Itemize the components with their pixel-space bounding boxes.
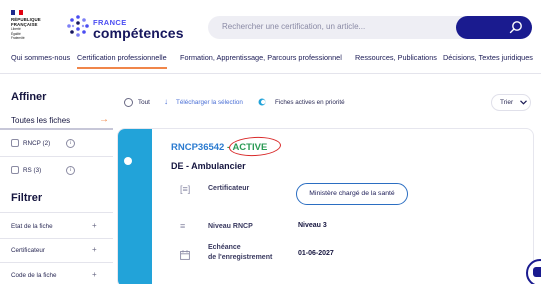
sort-button-label: Trier [500,99,514,106]
rf-motto-3: Fraternité [11,36,25,41]
filter-etat-de-la-fiche[interactable]: Etat de la fiche [11,223,53,230]
red-annotation-circle [228,135,282,158]
search-button[interactable] [456,16,532,39]
search-icon [509,21,522,34]
select-all-label[interactable]: Tout [138,99,150,106]
rncp-checkbox[interactable] [11,139,19,147]
tab-toutes-les-fiches[interactable]: Toutes les fiches [11,116,70,125]
echeance-value: 01-06-2027 [298,250,334,257]
filtrer-heading: Filtrer [11,192,43,204]
building-icon: [≡] [180,184,191,194]
active-tab-underline [0,128,113,130]
echeance-label: Echéance de l'enregistrement [208,243,272,263]
main-navigation: Qui sommes-nous Certification profession… [0,50,541,74]
france-competences-dots-icon [67,15,89,37]
filter-code-de-la-fiche[interactable]: Code de la fiche [11,272,57,279]
divider [0,212,113,213]
arrow-right-icon: → [99,114,109,125]
nav-item-ressources[interactable]: Ressources, Publications [355,53,437,67]
republique-francaise-logo[interactable]: RÉPUBLIQUE FRANÇAISE Liberté Égalité Fra… [11,10,51,41]
active-first-toggle-label[interactable]: Fiches actives en priorité [275,99,345,106]
search-bar[interactable]: Rechercher une certification, un article… [208,16,532,39]
info-icon[interactable]: i [66,139,75,148]
list-level-icon: ≡ [180,221,186,231]
niveau-label: Niveau RNCP [208,223,253,230]
divider [0,262,113,263]
card-select-radio[interactable] [124,157,132,165]
echeance-label-line-2: de l'enregistrement [208,254,273,261]
french-flag-icon [11,10,23,15]
site-header: RÉPUBLIQUE FRANÇAISE Liberté Égalité Fra… [0,0,541,50]
rs-checkbox-label[interactable]: RS (3) [23,167,41,174]
plus-icon[interactable]: + [92,245,97,254]
plus-icon[interactable]: + [92,221,97,230]
results-toolbar: Tout ↓ Télécharger la sélection Fiches a… [113,90,541,112]
divider [0,156,113,157]
nav-item-certification[interactable]: Certification professionnelle [77,53,167,69]
certification-title[interactable]: DE - Ambulancier [171,161,246,171]
chat-icon [533,267,541,277]
download-icon[interactable]: ↓ [164,97,168,106]
certification-card[interactable]: RNCP36542 - ACTIVE DE - Ambulancier [≡] … [117,128,534,284]
filter-sidebar: Affiner Toutes les fiches → RNCP (2) i R… [0,74,113,284]
sort-button[interactable]: Trier [491,94,531,111]
plus-icon[interactable]: + [92,270,97,279]
affiner-heading: Affiner [11,91,47,103]
card-color-strip [118,129,152,284]
toggle-icon[interactable] [258,98,266,106]
calendar-icon [180,250,190,260]
chevron-down-icon [520,100,527,105]
divider [0,238,113,239]
nav-item-formation[interactable]: Formation, Apprentissage, Parcours profe… [180,53,342,67]
nav-item-qui-sommes-nous[interactable]: Qui sommes-nous [11,53,70,67]
select-all-checkbox[interactable] [124,98,133,107]
certificateur-label: Certificateur [208,185,250,192]
rncp-checkbox-label[interactable]: RNCP (2) [23,140,50,147]
certificateur-tag[interactable]: Ministère chargé de la santé [296,183,408,205]
certification-code[interactable]: RNCP36542 [171,142,224,153]
filter-certificateur[interactable]: Certificateur [11,247,45,254]
search-input[interactable]: Rechercher une certification, un article… [222,22,365,31]
download-selection-link[interactable]: Télécharger la sélection [176,99,243,106]
nav-item-decisions[interactable]: Décisions, Textes juridiques [443,53,533,67]
rs-checkbox[interactable] [11,166,19,174]
info-icon[interactable]: i [66,166,75,175]
niveau-value: Niveau 3 [298,222,327,229]
echeance-label-line-1: Echéance [208,244,241,251]
brand-name[interactable]: compétences [93,25,184,41]
